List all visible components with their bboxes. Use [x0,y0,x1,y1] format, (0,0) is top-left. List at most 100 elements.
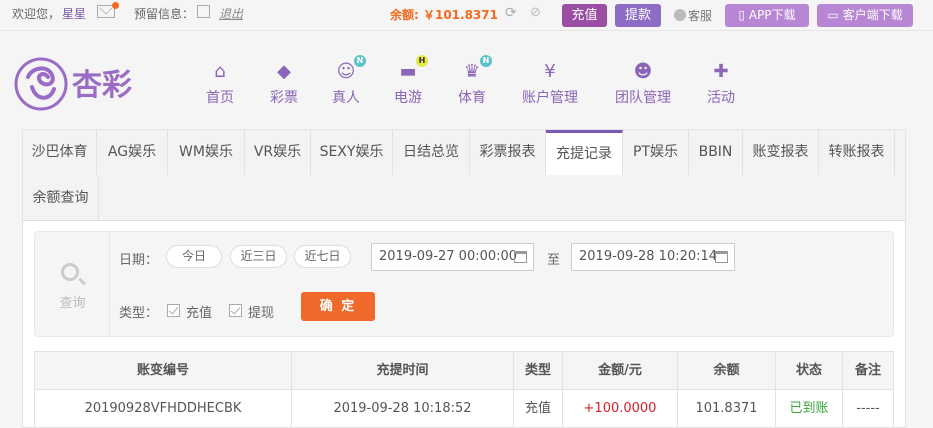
withdraw-checkbox-label: 提现 [248,306,275,321]
withdraw-button[interactable]: 提款 [615,4,661,27]
nav-label: 电游 [394,90,422,106]
table-header: 充提时间 [292,352,514,389]
deposit-button[interactable]: 充值 [562,4,607,27]
nav-label: 活动 [707,90,735,106]
nav-sports[interactable]: ♛ N 体育 [456,55,492,111]
tab-ag[interactable]: AG娱乐 [97,130,168,175]
client-download-button[interactable]: ▭ 客户端下载 [817,4,913,27]
confirm-button[interactable]: 确 定 [301,292,375,321]
logo-text: 杏彩 [72,68,132,103]
balance-text: 余额: ￥101.8371 [390,8,498,22]
nav-home[interactable]: ⌂ 首页 [204,61,236,111]
tab-wm[interactable]: WM娱乐 [168,130,245,175]
reserve-info-label: 预留信息： [134,7,195,21]
app-download-button[interactable]: ▯ APP下载 [725,4,809,27]
tab-saba-sports[interactable]: 沙巴体育 [23,130,97,175]
nav-activity[interactable]: ✚ 活动 [705,61,737,111]
yen-icon: ¥ [544,61,556,82]
last-7-days-button[interactable]: 近七日 [294,245,351,268]
search-icon [61,263,79,281]
tab-sexy[interactable]: SEXY娱乐 [311,130,393,175]
table-cell-amount: +100.0000 [563,390,678,427]
team-icon: ☻ [633,61,653,82]
site-header: 杏彩 ⌂ 首页 ◆ 彩票 ☺ N 真人 ▬ H 电游 ♛ N 体育 ¥ 账户管理 ☻ … [0,30,933,126]
table-cell-balance: 101.8371 [678,390,776,427]
search-side[interactable]: 查询 [35,232,110,336]
tab-lottery-report[interactable]: 彩票报表 [470,130,546,175]
phone-icon: ▯ [738,8,749,22]
last-3-days-button[interactable]: 近三日 [230,245,287,268]
table-cell-id: 20190928VFHDDHECBK [35,390,292,427]
search-label: 查询 [59,296,86,311]
table-row: 20190928VFHDDHECBK 2019-09-28 10:18:52 充… [34,390,894,428]
today-button[interactable]: 今日 [166,245,222,268]
nav-team[interactable]: ☻ 团队管理 [612,61,674,111]
end-date-value: 2019-09-28 10:20:14 [579,249,718,264]
report-tabs: 沙巴体育 AG娱乐 WM娱乐 VR娱乐 SEXY娱乐 日结总览 彩票报表 充提记… [23,130,905,221]
app-download-label: APP下载 [748,8,796,22]
edit-icon[interactable] [197,5,210,18]
to-label: 至 [547,253,561,268]
tab-vr[interactable]: VR娱乐 [245,130,311,175]
start-date-value: 2019-09-27 00:00:00 [379,249,518,264]
new-badge: N [354,55,366,67]
table-header: 金额/元 [563,352,678,389]
main-panel: 沙巴体育 AG娱乐 WM娱乐 VR娱乐 SEXY娱乐 日结总览 彩票报表 充提记… [22,129,906,428]
table-cell-time: 2019-09-28 10:18:52 [292,390,514,427]
dealer-icon: ☺ N [335,55,366,83]
site-logo[interactable]: 杏彩 [14,57,154,113]
customer-service-label: 客服 [688,9,713,23]
nav-label: 真人 [332,90,360,106]
table-header: 类型 [514,352,563,389]
nav-account[interactable]: ¥ 账户管理 [519,61,581,111]
hot-badge: H [416,55,428,67]
ticket-icon: ◆ [277,61,291,82]
deposit-checkbox[interactable] [167,304,180,317]
trophy-icon: ♛ N [461,55,492,83]
nav-lottery[interactable]: ◆ 彩票 [268,61,300,111]
table-cell-note: ----- [856,401,880,416]
logout-link[interactable]: 退出 [219,5,243,22]
calendar-icon[interactable] [715,251,728,263]
new-badge: N [480,55,492,67]
home-icon: ⌂ [214,61,226,82]
start-date-input[interactable]: 2019-09-27 00:00:00 [371,243,534,271]
nav-label: 体育 [458,90,486,106]
nav-label: 彩票 [270,90,298,106]
welcome-text: 欢迎您， [12,7,61,21]
refresh-icon[interactable]: ⟳ [505,5,517,21]
tab-bbin[interactable]: BBIN [689,130,743,175]
top-bar: 欢迎您， 星星 预留信息： 退出 余额: ￥101.8371 ⟳ ⊘ 充值 提款… [0,0,933,30]
table-header: 余额 [678,352,776,389]
type-label: 类型： [119,306,159,321]
table-header: 账变编号 [35,352,292,389]
tab-transfer-report[interactable]: 转账报表 [819,130,895,175]
customer-service-link[interactable]: 客服 [674,7,712,24]
gamepad-icon: ▬ H [397,55,428,83]
tab-daily-overview[interactable]: 日结总览 [393,130,470,175]
notification-dot [112,2,119,9]
client-download-label: 客户端下载 [842,8,903,22]
nav-label: 账户管理 [522,90,578,106]
table-header-row: 账变编号 充提时间 类型 金额/元 余额 状态 备注 [34,351,894,390]
tab-deposit-withdraw-records[interactable]: 充提记录 [546,130,623,175]
table-cell-type: 充值 [514,390,563,427]
tab-pt[interactable]: PT娱乐 [623,130,689,175]
gift-icon: ✚ [713,61,729,82]
tab-account-change-report[interactable]: 账变报表 [743,130,819,175]
withdraw-checkbox[interactable] [229,304,242,317]
hide-balance-icon[interactable]: ⊘ [530,5,541,21]
search-box: 查询 日期： 今日 近三日 近七日 2019-09-27 00:00:00 至 … [34,231,894,337]
username-link[interactable]: 星星 [62,5,86,22]
date-label: 日期： [119,253,159,268]
end-date-input[interactable]: 2019-09-28 10:20:14 [571,243,735,271]
deposit-checkbox-label: 充值 [186,306,213,321]
nav-egames[interactable]: ▬ H 电游 [392,55,428,111]
nav-live[interactable]: ☺ N 真人 [330,55,366,111]
calendar-icon[interactable] [514,251,527,263]
logo-emblem-icon: 杏彩 [14,57,132,111]
table-header: 备注 [854,363,881,378]
nav-label: 首页 [206,90,234,106]
table-cell-status: 已到账 [776,390,843,427]
tab-balance-query[interactable]: 余额查询 [23,176,99,221]
